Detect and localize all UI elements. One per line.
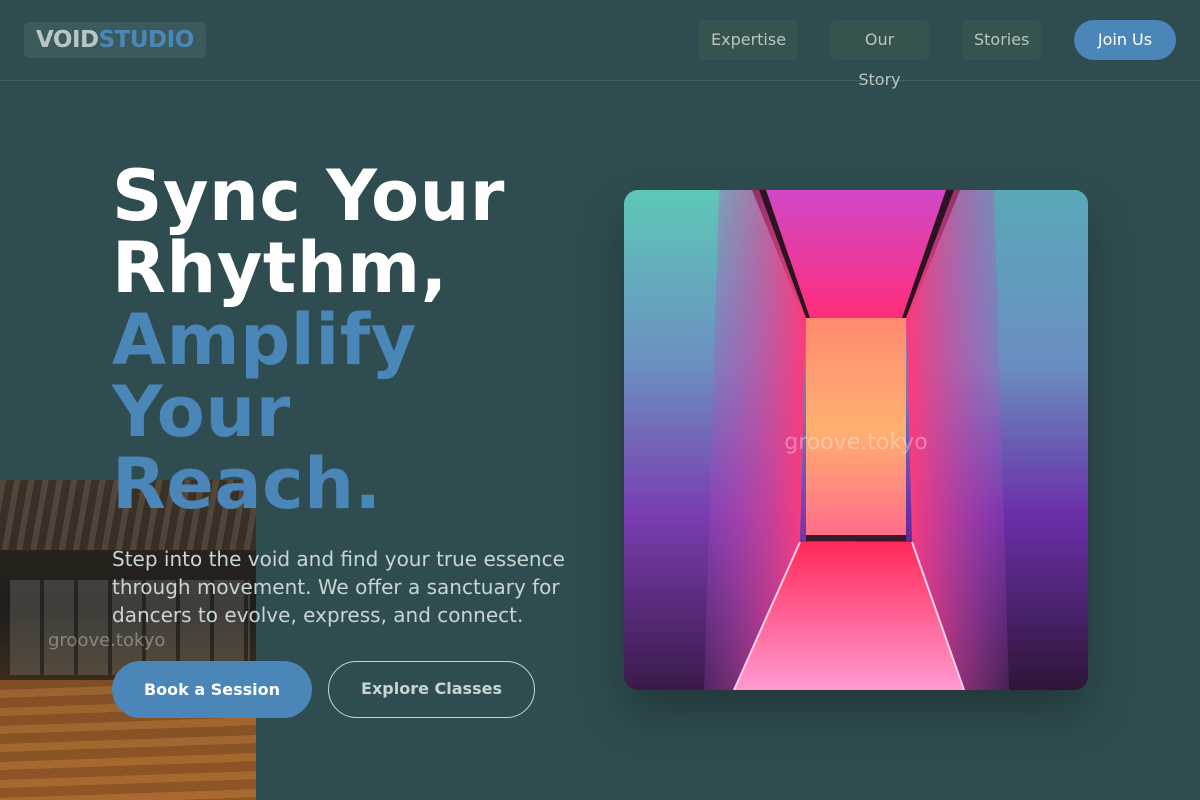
join-us-button[interactable]: Join Us [1074, 20, 1176, 60]
hero-subtitle: Step into the void and find your true es… [112, 547, 565, 627]
top-nav: VOIDSTUDIO Expertise Our Story Stories J… [0, 0, 1200, 89]
logo[interactable]: VOIDSTUDIO [24, 22, 206, 58]
studio-photo: groove.tokyo [0, 480, 256, 800]
logo-studio: STUDIO [98, 27, 195, 53]
explore-classes-button[interactable]: Explore Classes [328, 661, 535, 718]
headline-line-4: Your [112, 371, 291, 453]
logo-void: VOID [36, 27, 99, 53]
headline-line-3: Amplify [112, 299, 417, 381]
headline-line-2: Rhythm, [112, 227, 448, 309]
hero-image: groove.tokyo [624, 190, 1088, 690]
book-session-button[interactable]: Book a Session [112, 661, 312, 718]
nav-link-stories[interactable]: Stories [962, 20, 1041, 60]
hero-headline: Sync Your Rhythm, Amplify Your Reach. [112, 160, 582, 520]
headline-line-1: Sync Your [112, 155, 505, 237]
headline-line-5: Reach. [112, 443, 382, 525]
landing-page: VOIDSTUDIO Expertise Our Story Stories J… [0, 0, 1200, 800]
studio-photo-watermark: groove.tokyo [48, 630, 166, 651]
hero-image-watermark: groove.tokyo [784, 430, 928, 455]
nav-link-our-story[interactable]: Our Story [830, 20, 929, 89]
nav-link-expertise[interactable]: Expertise [699, 20, 797, 60]
